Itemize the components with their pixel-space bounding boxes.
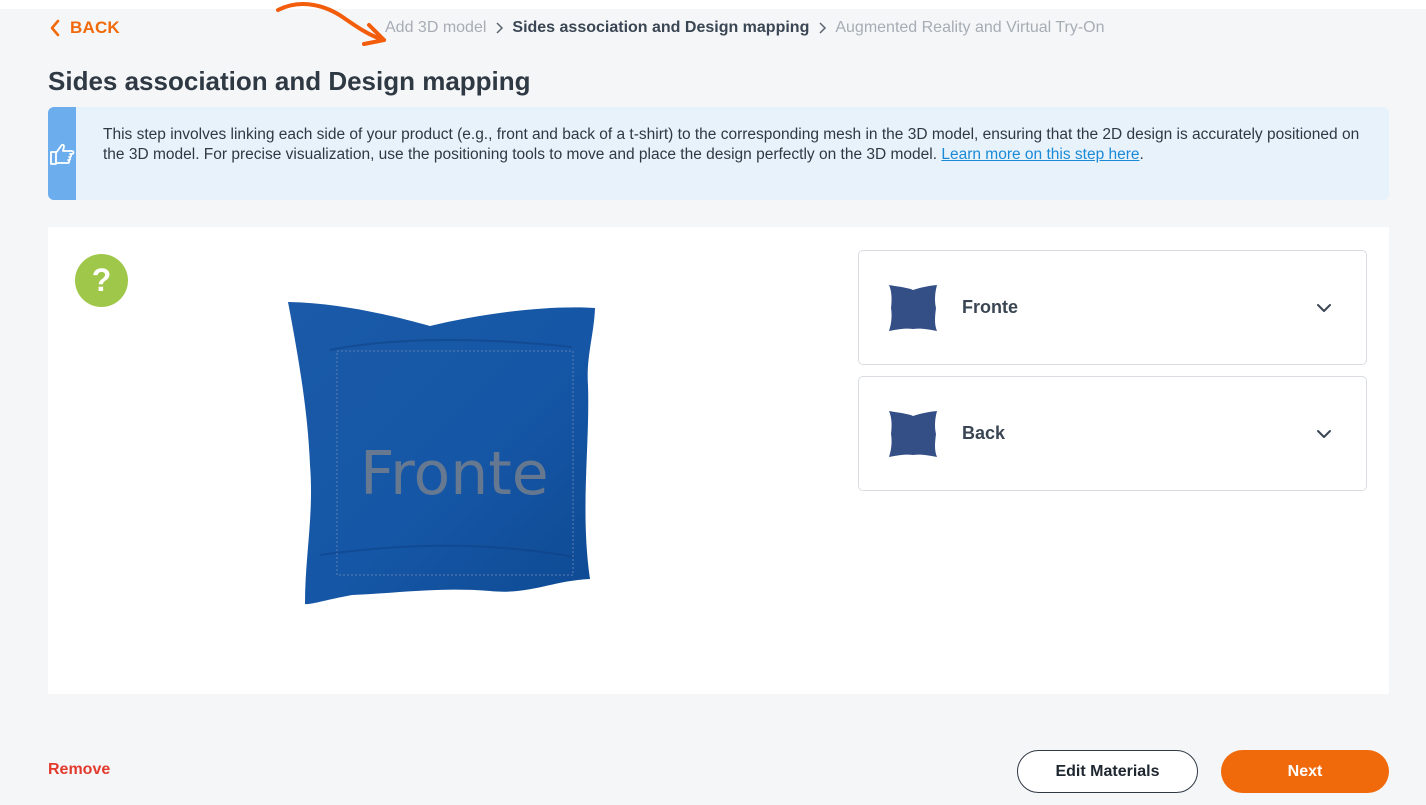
top-strip: [0, 0, 1426, 9]
breadcrumb-item-add-3d-model[interactable]: Add 3D model: [385, 19, 486, 37]
remove-button[interactable]: Remove: [48, 761, 110, 779]
info-box: This step involves linking each side of …: [48, 107, 1389, 200]
chevron-down-icon[interactable]: [1316, 303, 1332, 313]
help-label: ?: [91, 262, 112, 298]
arrow-icon: [276, 2, 386, 46]
info-trailing: .: [1139, 145, 1144, 163]
side-card-back[interactable]: Back: [858, 376, 1367, 491]
info-text: This step involves linking each side of …: [76, 107, 1389, 200]
pointing-hand-icon: [50, 143, 75, 165]
breadcrumb-item-sides-association: Sides association and Design mapping: [512, 19, 810, 36]
side-label: Fronte: [962, 297, 1018, 317]
back-label: BACK: [70, 18, 120, 37]
design-text: Fronte: [360, 439, 549, 509]
side-label: Back: [962, 423, 1006, 443]
3d-model-viewer[interactable]: Fronte: [280, 295, 600, 615]
edit-materials-button[interactable]: Edit Materials: [1017, 750, 1198, 793]
chevron-right-icon: [496, 22, 504, 34]
breadcrumb: Add 3D model Sides association and Desig…: [385, 19, 1105, 37]
info-side-bar: [48, 107, 76, 200]
chevron-down-icon[interactable]: [1316, 429, 1332, 439]
pillow-thumbnail: [889, 284, 937, 331]
next-button[interactable]: Next: [1221, 750, 1389, 793]
breadcrumb-item-ar-try-on[interactable]: Augmented Reality and Virtual Try-On: [835, 19, 1104, 37]
pillow-thumbnail: [889, 410, 937, 457]
back-button[interactable]: BACK: [48, 18, 120, 38]
mapping-panel: ? Fronte Fronte Back: [48, 227, 1389, 694]
learn-more-link[interactable]: Learn more on this step here: [941, 146, 1139, 163]
help-button[interactable]: ?: [75, 254, 128, 307]
side-card-fronte[interactable]: Fronte: [858, 250, 1367, 365]
info-body: This step involves linking each side of …: [103, 126, 1360, 163]
chevron-right-icon: [819, 22, 827, 34]
page-title: Sides association and Design mapping: [48, 66, 531, 96]
chevron-left-icon: [50, 19, 60, 37]
